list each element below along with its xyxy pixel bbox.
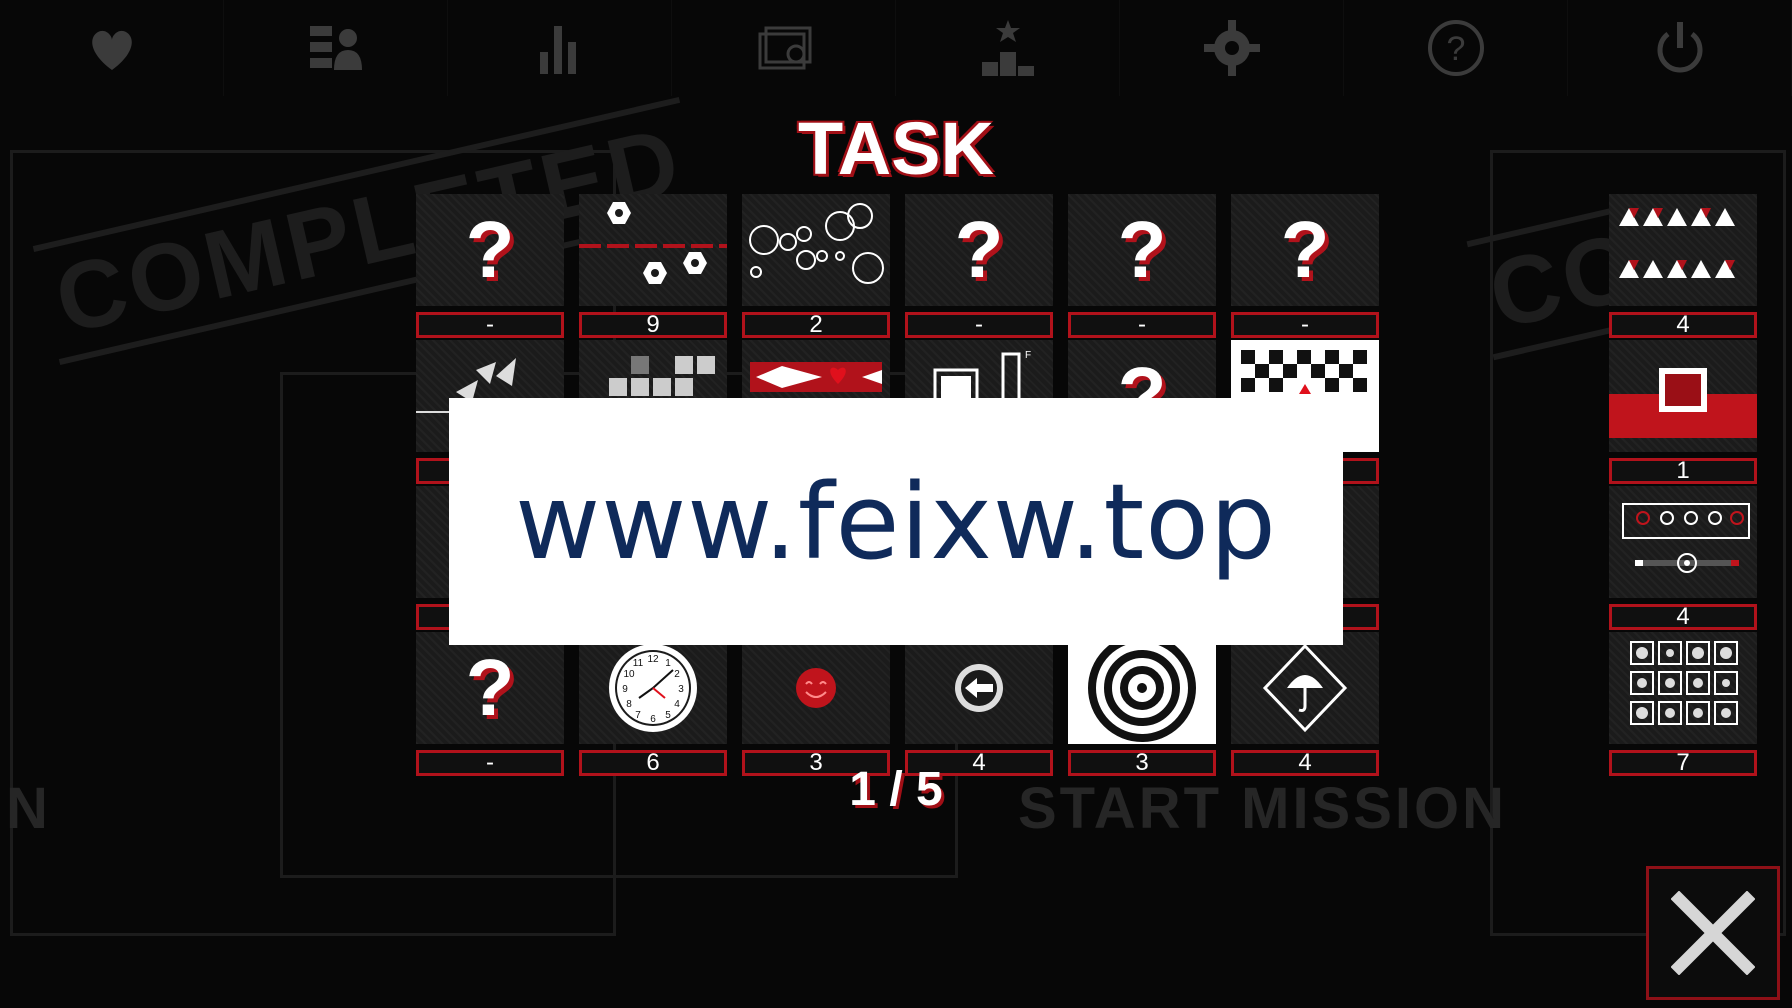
gear-icon[interactable]: [1120, 0, 1344, 96]
close-icon: [1671, 891, 1755, 975]
unknown-icon: ?: [905, 194, 1053, 306]
task-count: 1: [1609, 458, 1757, 484]
task-count: -: [416, 312, 564, 338]
svg-text:11: 11: [633, 658, 644, 669]
power-icon[interactable]: [1568, 0, 1792, 96]
arrow-left-circle-icon: [905, 632, 1053, 744]
task-tile[interactable]: 12 3 6 9 1 11 2 10 4 8 5 7 6: [579, 632, 727, 776]
spiral-icon: [1068, 632, 1216, 744]
task-tile[interactable]: 3: [742, 632, 890, 776]
svg-text:F: F: [1025, 350, 1031, 361]
red-square-icon: [1609, 340, 1757, 452]
unknown-icon: ?: [416, 194, 564, 306]
task-tile[interactable]: ? -: [416, 194, 564, 338]
svg-text:2: 2: [674, 669, 680, 680]
task-count: 4: [1609, 604, 1757, 630]
task-tile[interactable]: ? -: [1231, 194, 1379, 338]
ad-text: www.feixw.top: [515, 460, 1277, 583]
leaderboard-icon[interactable]: [896, 0, 1120, 96]
triangles-icon: [1609, 194, 1757, 306]
profile-icon[interactable]: [224, 0, 448, 96]
task-tile[interactable]: 4: [1231, 632, 1379, 776]
ad-banner[interactable]: www.feixw.top: [449, 398, 1343, 645]
unknown-icon: ?: [1068, 194, 1216, 306]
task-tile[interactable]: ? -: [1068, 194, 1216, 338]
svg-text:?: ?: [1446, 30, 1465, 68]
top-nav: ?: [0, 0, 1792, 96]
task-count: -: [1231, 312, 1379, 338]
unknown-icon: ?: [1231, 194, 1379, 306]
task-title: TASK: [798, 107, 994, 190]
task-tile[interactable]: 2: [742, 194, 890, 338]
smiley-icon: [742, 632, 890, 744]
svg-text:10: 10: [623, 669, 635, 680]
task-count: 4: [1609, 312, 1757, 338]
task-tile[interactable]: 4: [1609, 194, 1757, 338]
task-tile[interactable]: 3: [1068, 632, 1216, 776]
heart-hand-icon[interactable]: [0, 0, 224, 96]
svg-text:5: 5: [665, 710, 671, 721]
task-count: 9: [579, 312, 727, 338]
svg-text:1: 1: [665, 658, 671, 669]
task-count: -: [905, 312, 1053, 338]
task-tile[interactable]: 7: [1609, 632, 1757, 776]
cards-icon[interactable]: [672, 0, 896, 96]
stats-icon[interactable]: [448, 0, 672, 96]
slider-icon: [1609, 486, 1757, 598]
svg-text:8: 8: [626, 699, 632, 710]
svg-text:4: 4: [674, 699, 680, 710]
circles-icon: [742, 194, 890, 306]
svg-text:7: 7: [635, 710, 641, 721]
task-tile[interactable]: 4: [1609, 486, 1757, 630]
svg-text:12: 12: [647, 654, 659, 665]
umbrella-icon: [1231, 632, 1379, 744]
svg-text:3: 3: [678, 684, 684, 695]
task-count: 2: [742, 312, 890, 338]
task-tile[interactable]: 4: [905, 632, 1053, 776]
page-indicator: 1 / 5: [849, 763, 943, 816]
close-button[interactable]: [1646, 866, 1780, 1000]
task-tile[interactable]: ? -: [905, 194, 1053, 338]
clock-icon: 12 3 6 9 1 11 2 10 4 8 5 7: [579, 632, 727, 744]
task-tile[interactable]: ? -: [416, 632, 564, 776]
hexagon-nuts-icon: [579, 194, 727, 306]
svg-text:6: 6: [650, 714, 656, 725]
task-tile[interactable]: 9: [579, 194, 727, 338]
svg-text:9: 9: [622, 684, 628, 695]
weather-grid-icon: [1609, 632, 1757, 744]
task-tile[interactable]: 1: [1609, 340, 1757, 484]
help-icon[interactable]: ?: [1344, 0, 1568, 96]
task-count: -: [1068, 312, 1216, 338]
unknown-icon: ?: [416, 632, 564, 744]
